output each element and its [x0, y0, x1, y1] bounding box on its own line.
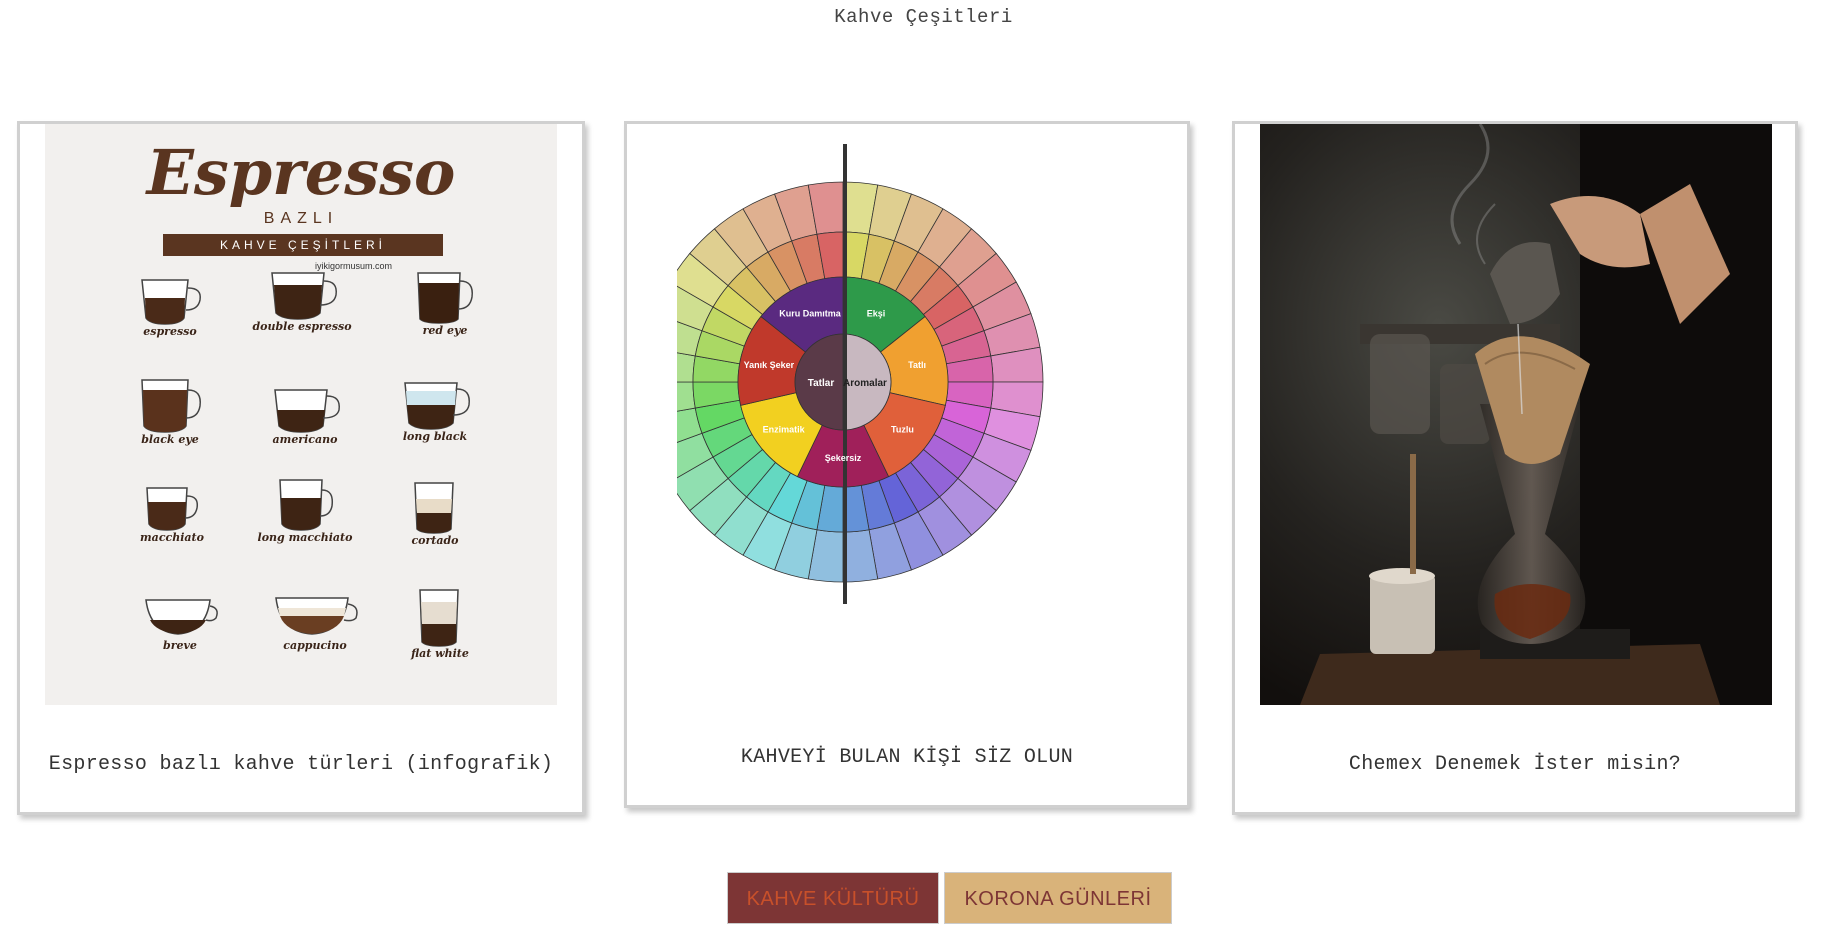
drink-label: cappucino	[283, 639, 347, 652]
drink-label: cortado	[411, 534, 459, 547]
espresso-infographic-image[interactable]: Espresso BAZLI KAHVE ÇEŞİTLERİ iyikigorm…	[45, 124, 557, 705]
wheel-inner-label: Enzimatik	[763, 424, 806, 434]
card-caption: KAHVEYİ BULAN KİŞİ SİZ OLUN	[740, 746, 1074, 769]
drink-label: flat white	[411, 647, 469, 660]
drink-red-eye: red eye	[380, 269, 510, 359]
drink-label: breve	[163, 639, 197, 652]
card-caption: Espresso bazlı kahve türleri (infografik…	[48, 753, 554, 776]
drink-cortado: cortado	[370, 479, 500, 569]
drink-black-eye: black eye	[105, 376, 235, 466]
page: Kahve Çeşitleri Espresso BAZLI KAHVE ÇEŞ…	[0, 0, 1847, 929]
flavor-wheel-svg: Tatlar Aromalar Ekşi Tatlı Tuzlu Şekersiz Enzi…	[677, 144, 1044, 604]
wheel-axis-line	[843, 144, 847, 604]
drink-label: black eye	[141, 433, 199, 446]
drink-long-macchiato: long macchiato	[240, 476, 370, 566]
flavor-wheel-image[interactable]: Tatlar Aromalar Ekşi Tatlı Tuzlu Şekersiz Enzi…	[677, 144, 1139, 684]
chemex-illustration	[1260, 124, 1772, 705]
wheel-inner-label: Ekşi	[867, 309, 886, 319]
card-chemex[interactable]: Chemex Denemek İster misin?	[1232, 121, 1798, 815]
wheel-inner-label: Tatlı	[908, 360, 926, 370]
drink-cappucino: cappucino	[250, 592, 380, 682]
drink-flat-white: flat white	[375, 586, 505, 676]
drink-label: macchiato	[140, 531, 204, 544]
wheel-inner-label: Yanık Şeker	[744, 360, 795, 370]
chemex-photo[interactable]	[1260, 124, 1772, 705]
drink-espresso: espresso	[105, 274, 235, 364]
infographic-subtitle: BAZLI	[263, 210, 339, 227]
korona-gunleri-button[interactable]: KORONA GÜNLERİ	[944, 872, 1172, 924]
drink-label: espresso	[143, 325, 197, 338]
wheel-inner-label: Şekersiz	[825, 453, 862, 463]
drink-label: americano	[272, 433, 338, 446]
infographic-band: KAHVE ÇEŞİTLERİ	[163, 234, 443, 256]
page-title: Kahve Çeşitleri	[834, 6, 1013, 28]
drink-double-espresso: double espresso	[237, 269, 367, 359]
infographic-title: Espresso	[146, 136, 456, 209]
wheel-inner-label: Kuru Damıtma	[779, 309, 842, 319]
drink-breve: breve	[115, 592, 245, 682]
wheel-center-right-label: Aromalar	[843, 378, 887, 389]
drink-label: long macchiato	[257, 531, 353, 544]
drink-label: long black	[402, 430, 468, 443]
kahve-kulturu-button[interactable]: KAHVE KÜLTÜRÜ	[727, 872, 939, 924]
card-caption: Chemex Denemek İster misin?	[1348, 753, 1682, 776]
wheel-center-left-label: Tatlar	[808, 378, 835, 389]
drink-long-black: long black	[370, 379, 500, 469]
drink-macchiato: macchiato	[107, 484, 237, 574]
drink-label: red eye	[422, 324, 468, 337]
drink-label: double espresso	[252, 320, 352, 333]
drink-americano: americano	[240, 386, 370, 476]
wheel-inner-label: Tuzlu	[891, 424, 914, 434]
card-espresso-infographic[interactable]: Espresso BAZLI KAHVE ÇEŞİTLERİ iyikigorm…	[17, 121, 585, 815]
card-flavor-wheel[interactable]: Tatlar Aromalar Ekşi Tatlı Tuzlu Şekersiz Enzi…	[624, 121, 1190, 808]
